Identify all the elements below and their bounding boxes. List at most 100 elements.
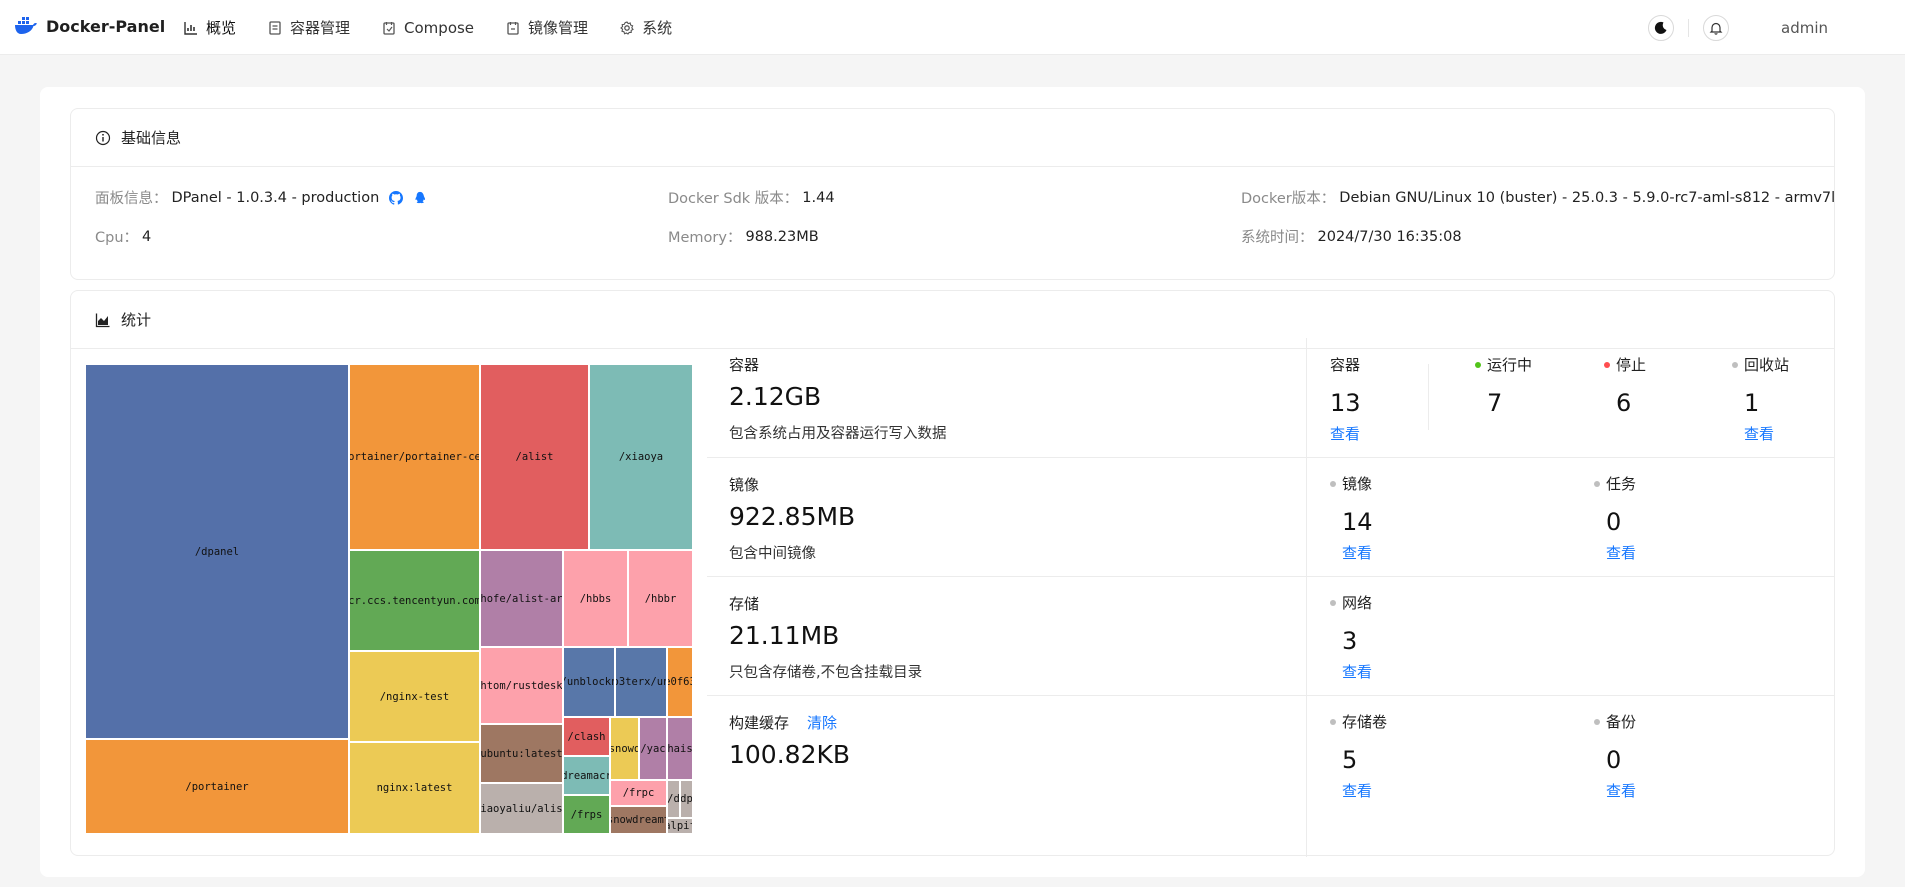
nav-label: 镜像管理	[528, 19, 589, 37]
panel-info: 面板信息： DPanel - 1.0.3.4 - production	[95, 187, 427, 208]
treemap-block[interactable]: /hbbr	[628, 550, 693, 647]
docker-version-info: Docker版本： Debian GNU/Linux 10 (buster) -…	[1241, 187, 1835, 208]
stat-value: 21.11MB	[729, 621, 840, 650]
info-value: 2024/7/30 16:35:08	[1317, 228, 1462, 245]
top-navbar: Docker-Panel 概览 容器管理 Compose 镜像管理 系统 adm…	[0, 0, 1905, 55]
stat-label-text: 运行中	[1487, 356, 1533, 374]
build-cache-block: 构建缓存 清除 100.82KB	[707, 695, 1835, 814]
treemap-block[interactable]: /yac	[639, 717, 667, 780]
brand-name: Docker-Panel	[46, 16, 166, 36]
status-dot-icon	[1732, 361, 1738, 368]
treemap-block[interactable]: /unblockn	[563, 647, 615, 717]
treemap-block[interactable]: ccr.ccs.tencentyun.com/	[349, 550, 480, 651]
qq-icon[interactable]	[413, 191, 427, 205]
treemap-block[interactable]: /d	[667, 780, 680, 818]
treemap-block[interactable]: xiaoyaliu/alist	[480, 783, 563, 834]
top-right-tools: admin	[1648, 0, 1905, 55]
notification-button[interactable]	[1703, 14, 1729, 41]
treemap-block[interactable]: thtom/rustdesk-	[480, 647, 563, 724]
storage-size-block: 存储 21.11MB 只包含存储卷,不包含挂载目录	[707, 576, 1835, 695]
stat-value: 922.85MB	[729, 502, 856, 531]
treemap-block[interactable]: hais	[667, 717, 693, 780]
view-recycle-link[interactable]: 查看	[1744, 423, 1789, 444]
info-value: Debian GNU/Linux 10 (buster) - 25.0.3 - …	[1339, 189, 1836, 206]
nav-images[interactable]: 镜像管理	[490, 0, 604, 55]
view-backups-link[interactable]: 查看	[1606, 780, 1636, 801]
nav-containers[interactable]: 容器管理	[252, 0, 366, 55]
stat-label: 存储卷	[1330, 711, 1387, 732]
volumes-count: 存储卷 5 查看	[1330, 711, 1387, 801]
treemap-block[interactable]: /portainer	[85, 739, 349, 834]
treemap-block[interactable]: e0f63	[667, 647, 693, 717]
cpu-info: Cpu： 4	[95, 226, 151, 247]
treemap-block[interactable]: /dpanel	[85, 364, 349, 739]
stat-value: 2.12GB	[729, 382, 822, 411]
stat-number: 3	[1342, 627, 1358, 655]
stat-label: 镜像	[1330, 473, 1373, 494]
nav-compose[interactable]: Compose	[366, 0, 490, 55]
networks-count: 网络 3 查看	[1330, 592, 1372, 682]
view-containers-link[interactable]: 查看	[1330, 423, 1361, 444]
stat-label: 容器	[729, 354, 759, 375]
stat-number: 0	[1606, 746, 1622, 774]
treemap-block[interactable]: nginx:latest	[349, 742, 480, 834]
nav-system[interactable]: 系统	[604, 0, 688, 55]
info-value: 4	[142, 228, 152, 245]
stat-label: 备份	[1594, 711, 1636, 732]
treemap-block[interactable]: p3terx/un	[615, 647, 667, 717]
backups-count: 备份 0 查看	[1594, 711, 1636, 801]
user-menu[interactable]: admin	[1781, 19, 1828, 37]
stat-label: 任务	[1594, 473, 1636, 494]
clear-cache-button[interactable]: 清除	[807, 712, 837, 733]
divider	[1428, 364, 1429, 430]
disk-usage-treemap[interactable]: /dpanel /portainer portainer/portainer-c…	[85, 364, 693, 834]
treemap-block[interactable]: /alist	[480, 364, 589, 550]
sdk-info: Docker Sdk 版本： 1.44	[668, 187, 835, 208]
container-icon	[269, 20, 281, 35]
stat-number: 13	[1330, 389, 1361, 417]
treemap-block[interactable]: portainer/portainer-ce:	[349, 364, 480, 550]
github-icon[interactable]	[389, 190, 404, 205]
nav-label: Compose	[404, 18, 475, 37]
running-count: 运行中 7	[1475, 354, 1532, 417]
info-key: Docker版本：	[1241, 191, 1336, 207]
treemap-block[interactable]: /frps	[563, 795, 610, 834]
system-time-info: 系统时间： 2024/7/30 16:35:08	[1241, 226, 1462, 247]
view-tasks-link[interactable]: 查看	[1606, 542, 1636, 563]
brand[interactable]: Docker-Panel	[14, 16, 165, 36]
treemap-block[interactable]: /clash	[563, 717, 610, 756]
treemap-block[interactable]: dp	[680, 780, 693, 818]
treemap-block[interactable]: /xiaoya	[589, 364, 693, 550]
info-key: 系统时间：	[1241, 230, 1314, 246]
stat-label: 容器	[1330, 356, 1361, 374]
treemap-block[interactable]: snowd	[610, 717, 639, 780]
treemap-block[interactable]: /nginx-test	[349, 651, 480, 742]
treemap-block[interactable]: alpif	[667, 818, 693, 834]
view-networks-link[interactable]: 查看	[1342, 661, 1372, 682]
treemap-block[interactable]: dreamacr	[563, 756, 610, 795]
info-value: 988.23MB	[745, 228, 819, 245]
stat-desc: 包含中间镜像	[729, 546, 816, 562]
stat-label-text: 任务	[1606, 475, 1637, 493]
stat-label-text: 备份	[1606, 713, 1637, 731]
treemap-block[interactable]: xhofe/alist-ari	[480, 550, 563, 647]
view-images-link[interactable]: 查看	[1342, 542, 1373, 563]
gear-icon	[620, 20, 634, 35]
treemap-block[interactable]: /frpc	[610, 780, 667, 806]
view-volumes-link[interactable]: 查看	[1342, 780, 1387, 801]
treemap-block[interactable]: snowdreamt	[610, 806, 667, 834]
chart-icon	[184, 21, 197, 35]
treemap-block[interactable]: /hbbs	[563, 550, 628, 647]
card-header: 基础信息	[71, 109, 1834, 167]
stat-label-text: 存储	[729, 595, 760, 613]
stat-label-text: 构建缓存	[729, 714, 790, 732]
treemap-block[interactable]: ubuntu:latest	[480, 724, 563, 783]
nav-overview[interactable]: 概览	[168, 0, 252, 55]
running-dot-icon	[1475, 361, 1481, 368]
theme-toggle-button[interactable]	[1648, 14, 1674, 41]
info-value: DPanel - 1.0.3.4 - production	[171, 189, 380, 206]
column-divider	[1306, 338, 1307, 857]
containers-count: 容器 13 查看	[1330, 354, 1361, 444]
stat-desc: 包含系统占用及容器运行写入数据	[729, 426, 947, 442]
